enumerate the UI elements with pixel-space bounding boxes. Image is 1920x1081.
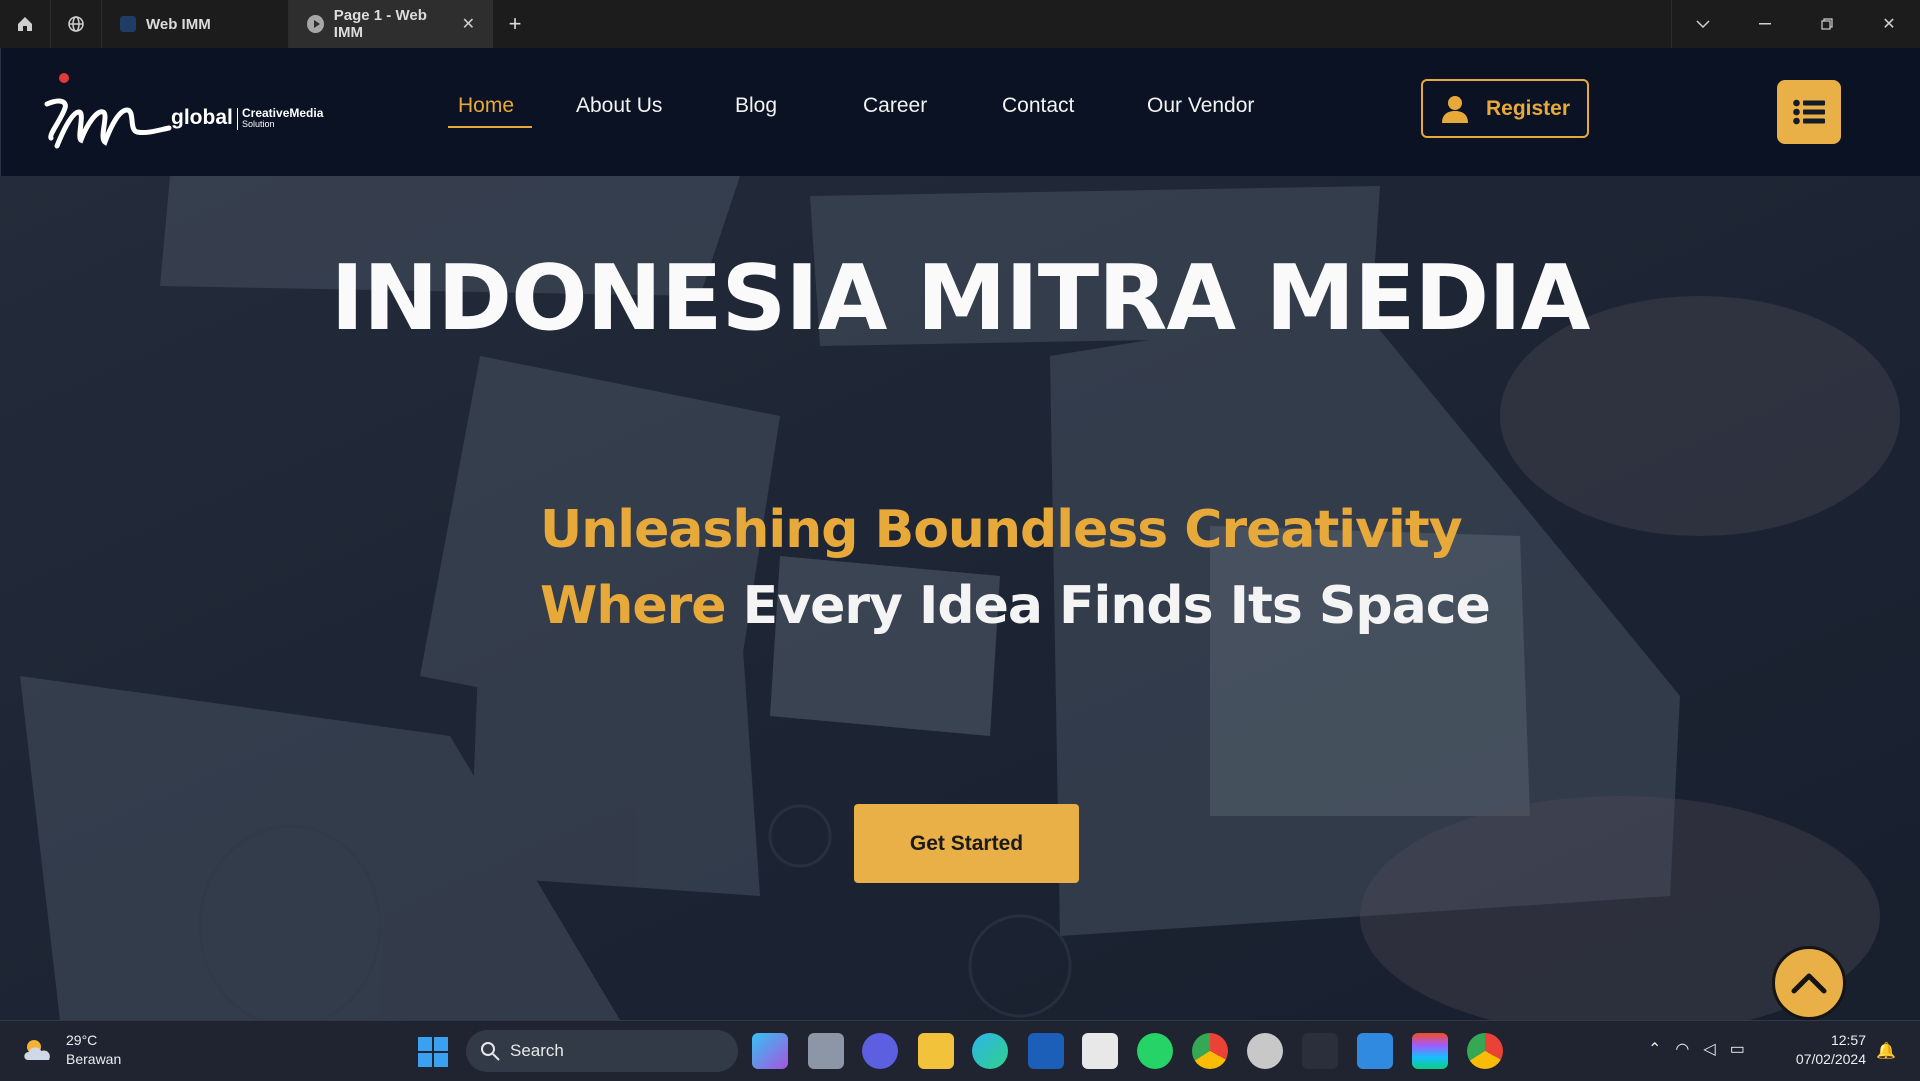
window-controls: ✕ xyxy=(1671,0,1920,48)
task-view-icon[interactable] xyxy=(808,1033,844,1069)
get-started-button[interactable]: Get Started xyxy=(854,804,1079,883)
nav-career[interactable]: Career xyxy=(863,94,927,118)
minimize-icon[interactable] xyxy=(1734,0,1796,48)
system-clock[interactable]: 12:57 07/02/2024 xyxy=(1788,1031,1866,1069)
list-icon xyxy=(1793,99,1825,125)
play-favicon-icon xyxy=(307,15,324,33)
chevron-up-icon[interactable]: ⌃ xyxy=(1648,1039,1661,1059)
restore-icon[interactable] xyxy=(1796,0,1858,48)
cloud-icon xyxy=(24,1040,50,1060)
h-app-icon[interactable] xyxy=(1302,1033,1338,1069)
chrome-profile-icon[interactable] xyxy=(1467,1033,1503,1069)
clock-time: 12:57 xyxy=(1830,1032,1866,1048)
whatsapp-icon[interactable] xyxy=(1137,1033,1173,1069)
close-icon[interactable]: ✕ xyxy=(1858,0,1920,48)
register-button[interactable]: Register xyxy=(1421,79,1589,138)
nav-active-underline xyxy=(448,126,532,128)
tab-close-icon[interactable]: ✕ xyxy=(462,14,475,34)
site-navbar: global CreativeMedia Solution Home About… xyxy=(0,48,1920,176)
nav-about-us[interactable]: About Us xyxy=(576,94,662,118)
tab-web-imm[interactable]: Web IMM xyxy=(102,0,289,48)
logo-tagline: Solution xyxy=(242,119,275,129)
file-explorer-icon[interactable] xyxy=(918,1033,954,1069)
tab-page-1-web-imm[interactable]: Page 1 - Web IMM ✕ xyxy=(289,0,493,48)
figma-icon[interactable] xyxy=(1412,1033,1448,1069)
weather-widget[interactable]: 29°C Berawan xyxy=(22,1031,121,1069)
taskbar-search[interactable]: Search xyxy=(466,1030,738,1072)
hero-tagline: Unleashing Boundless Creativity Where Ev… xyxy=(540,492,1491,644)
nav-home[interactable]: Home xyxy=(458,94,514,118)
new-tab-icon[interactable]: + xyxy=(493,0,537,48)
windows-start-icon[interactable] xyxy=(418,1037,448,1072)
battery-icon[interactable]: ▭ xyxy=(1730,1039,1745,1059)
user-icon xyxy=(1441,95,1468,123)
tagline-rest: Every Idea Finds Its Space xyxy=(742,576,1491,636)
security-app-icon[interactable] xyxy=(1028,1033,1064,1069)
volume-icon[interactable]: ◁ xyxy=(1703,1039,1715,1059)
nav-our-vendor[interactable]: Our Vendor xyxy=(1147,94,1254,118)
globe-icon[interactable] xyxy=(51,0,102,48)
hero-section: INDONESIA MITRA MEDIA Unleashing Boundle… xyxy=(0,176,1920,1020)
logo-mark-icon xyxy=(44,73,172,149)
tagline-highlight: Where xyxy=(540,576,727,636)
logo-word: global xyxy=(171,106,233,129)
tab-title: Web IMM xyxy=(146,15,211,33)
menu-button[interactable] xyxy=(1777,80,1841,144)
tagline-line-1: Unleashing Boundless Creativity xyxy=(540,500,1463,560)
logo-subtext: CreativeMedia Solution xyxy=(237,106,324,130)
tab-title: Page 1 - Web IMM xyxy=(333,7,427,41)
browser-tab-strip: Web IMM Page 1 - Web IMM ✕ + ✕ xyxy=(0,0,1920,48)
nav-blog[interactable]: Blog xyxy=(735,94,777,118)
chat-app-icon[interactable] xyxy=(862,1033,898,1069)
nav-contact[interactable]: Contact xyxy=(1002,94,1074,118)
system-tray: ⌃ ◠ ◁ ▭ xyxy=(1648,1039,1745,1059)
notification-bell-icon[interactable]: 🔔 xyxy=(1876,1041,1896,1061)
tab-list-icon[interactable] xyxy=(1672,0,1734,48)
scroll-to-top-button[interactable] xyxy=(1772,946,1846,1020)
search-icon xyxy=(481,1042,500,1061)
microsoft-store-icon[interactable] xyxy=(1082,1033,1118,1069)
home-icon[interactable] xyxy=(0,0,51,48)
weather-temp: 29°C xyxy=(66,1032,98,1048)
search-placeholder: Search xyxy=(510,1041,564,1060)
wifi-icon[interactable]: ◠ xyxy=(1675,1039,1689,1059)
edge-browser-icon[interactable] xyxy=(972,1033,1008,1069)
vscode-icon[interactable] xyxy=(1357,1033,1393,1069)
clock-date: 07/02/2024 xyxy=(1795,1051,1866,1067)
tagline-line-2: Where Every Idea Finds Its Space xyxy=(540,568,1491,644)
site-logo[interactable]: global CreativeMedia Solution xyxy=(43,68,343,168)
site-favicon-icon xyxy=(120,16,136,32)
windows-taskbar: 29°C Berawan Search ⌃ ◠ ◁ ▭ 12:57 07/02/… xyxy=(0,1020,1920,1081)
sync-app-icon[interactable] xyxy=(1247,1033,1283,1069)
web-page: global CreativeMedia Solution Home About… xyxy=(0,48,1920,1020)
chevron-up-icon xyxy=(1791,973,1827,994)
hero-title: INDONESIA MITRA MEDIA xyxy=(330,246,1591,351)
copilot-app-icon[interactable] xyxy=(752,1033,788,1069)
register-label: Register xyxy=(1485,96,1571,120)
weather-condition: Berawan xyxy=(66,1051,122,1067)
logo-brand: CreativeMedia xyxy=(242,106,324,120)
chrome-icon[interactable] xyxy=(1192,1033,1228,1069)
